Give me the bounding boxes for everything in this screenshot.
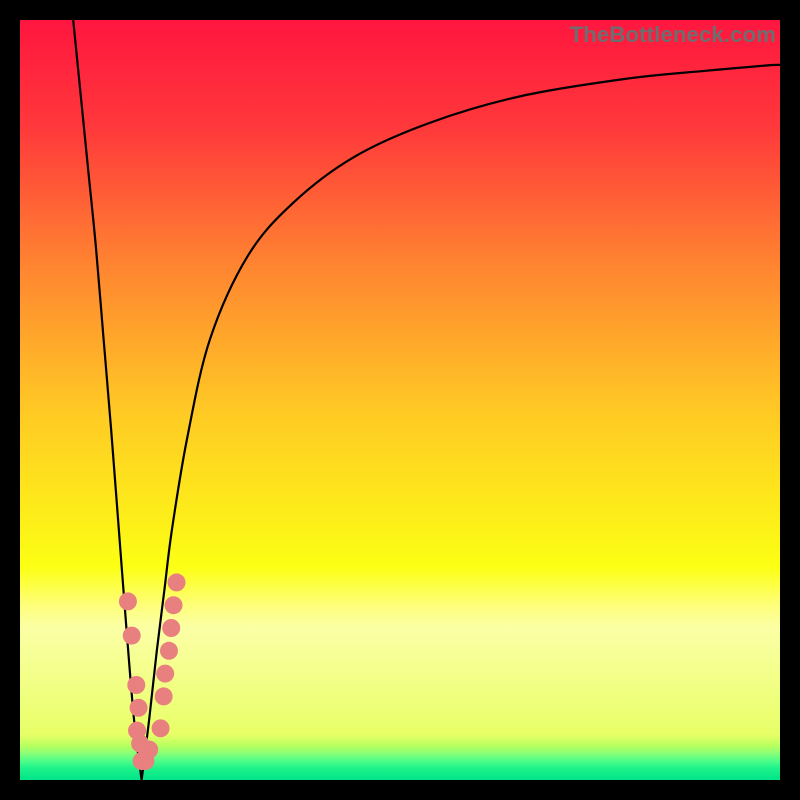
watermark-text: TheBottleneck.com	[570, 22, 776, 48]
bottleneck-curve-chart	[20, 20, 780, 780]
marker-point	[130, 699, 148, 717]
marker-point	[156, 665, 174, 683]
chart-frame: TheBottleneck.com	[20, 20, 780, 780]
marker-point	[155, 687, 173, 705]
marker-point	[160, 642, 178, 660]
marker-point	[162, 619, 180, 637]
marker-point	[127, 676, 145, 694]
marker-point	[152, 719, 170, 737]
marker-point	[119, 592, 137, 610]
marker-point	[140, 741, 158, 759]
marker-point	[168, 573, 186, 591]
marker-point	[165, 596, 183, 614]
marker-point	[123, 627, 141, 645]
